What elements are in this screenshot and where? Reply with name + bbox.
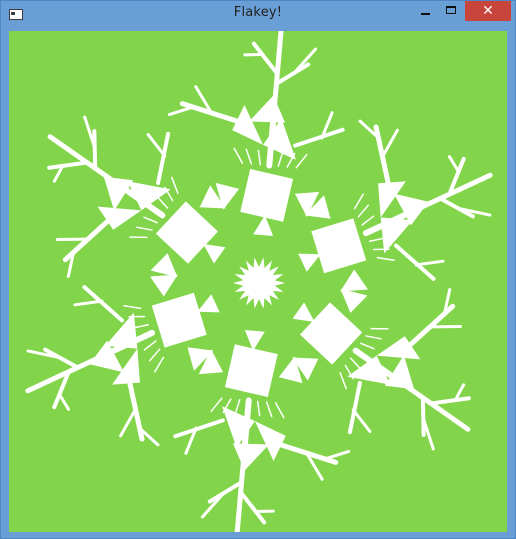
snowflake-drawing <box>25 31 493 532</box>
flake-square <box>311 218 367 274</box>
flake-fringe <box>123 305 142 310</box>
flake-fringe <box>245 148 253 165</box>
flake-fringe <box>360 342 375 350</box>
flake-square <box>299 302 363 365</box>
flake-fringe <box>257 149 262 166</box>
close-icon: ✕ <box>482 3 494 19</box>
flake-fringe <box>365 335 382 340</box>
flake-fringe <box>157 196 169 209</box>
app-window: Flakey! ✕ <box>0 0 516 539</box>
flake-branch <box>251 41 280 76</box>
flake-fringe <box>154 356 165 373</box>
flake-fringe <box>274 402 285 419</box>
flake-fringe <box>143 216 158 224</box>
flake-branch <box>293 127 345 148</box>
snowflake-canvas[interactable] <box>9 31 507 532</box>
flake-fringe <box>234 399 241 415</box>
minimize-icon <box>421 13 430 15</box>
flake-square <box>155 201 219 264</box>
flake-branch <box>47 134 119 186</box>
flake-fringe <box>143 340 157 351</box>
flake-fringe <box>370 327 389 330</box>
flake-twig <box>83 115 96 148</box>
flake-fringe <box>148 348 161 362</box>
flake-branch <box>156 131 171 186</box>
flake-fringe <box>265 401 273 418</box>
flake-square <box>151 292 207 348</box>
flake-fringe <box>233 147 244 164</box>
flake-fringe <box>353 193 364 210</box>
flake-twig <box>447 155 461 174</box>
center-star <box>233 257 285 309</box>
flake-twig <box>322 449 351 461</box>
flake-fringe <box>361 215 375 226</box>
close-button[interactable]: ✕ <box>465 1 511 21</box>
flake-fringe <box>339 372 347 390</box>
flake-branch <box>399 380 471 432</box>
flake-triangle <box>232 443 269 471</box>
flake-twig <box>243 52 265 57</box>
flake-twig <box>167 105 196 117</box>
flake-square <box>224 344 278 398</box>
flake-branch <box>173 418 225 439</box>
flake-fringe <box>133 323 150 329</box>
flake-twig <box>294 47 318 73</box>
flake-branch <box>207 480 244 504</box>
title-bar[interactable]: Flakey! ✕ <box>1 1 515 31</box>
flake-twig <box>200 493 224 519</box>
flake-square <box>240 168 294 222</box>
flake-fringe <box>210 397 223 413</box>
flake-fringe <box>136 226 153 231</box>
maximize-icon <box>446 6 456 14</box>
flake-fringe <box>277 151 284 167</box>
flake-arm <box>298 119 493 292</box>
flake-fringe <box>349 357 361 370</box>
flake-twig <box>57 392 71 411</box>
flake-fringe <box>171 176 179 194</box>
flake-fringe <box>256 400 261 417</box>
flake-triangle <box>249 95 286 123</box>
flake-branch <box>274 62 311 86</box>
minimize-button[interactable] <box>412 1 438 21</box>
flake-branch <box>238 490 267 525</box>
flake-arm <box>25 274 220 447</box>
flake-twig <box>422 418 435 451</box>
flake-branch <box>347 380 362 435</box>
flake-fringe <box>129 236 148 239</box>
flake-fringe <box>295 153 308 169</box>
flake-fringe <box>357 204 370 218</box>
flake-twig <box>253 509 275 514</box>
flake-fringe <box>368 237 385 243</box>
flake-fringe <box>376 256 395 261</box>
maximize-button[interactable] <box>438 1 465 21</box>
